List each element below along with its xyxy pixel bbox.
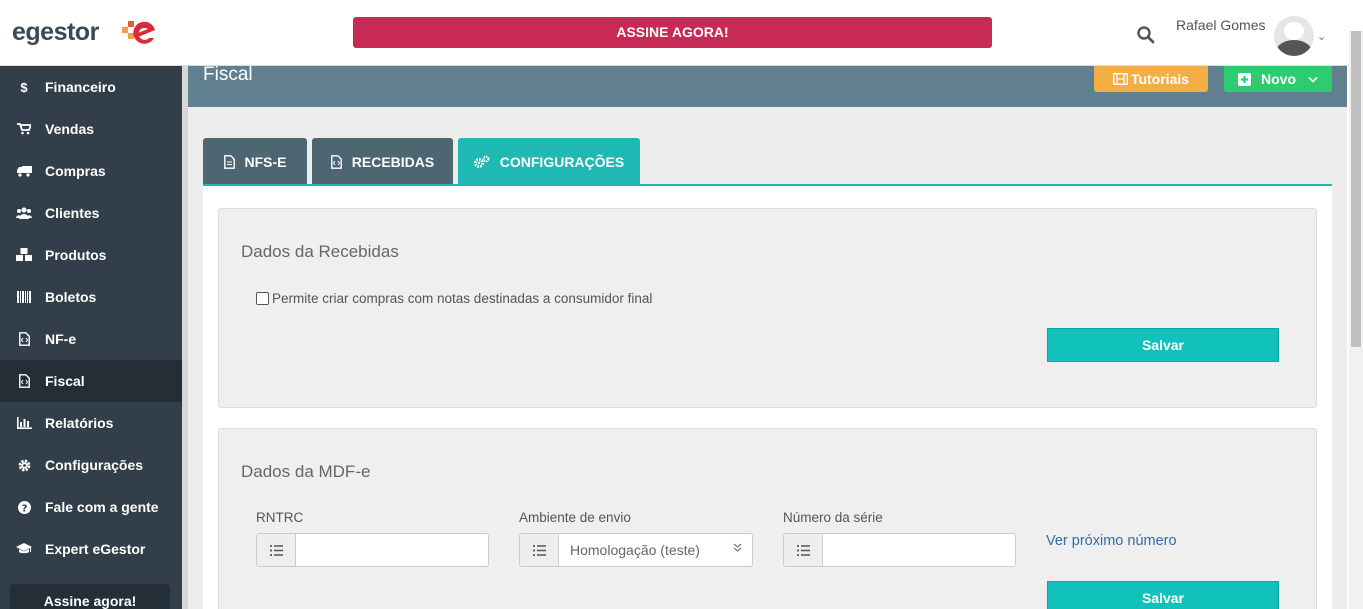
cubes-icon	[16, 248, 32, 262]
sidebar-item-financeiro[interactable]: $ Financeiro	[0, 66, 182, 108]
sidebar-item-label: Clientes	[45, 205, 100, 221]
consumer-final-option: Permite criar compras com notas destinad…	[256, 291, 652, 306]
scrollbar-thumb[interactable]	[1351, 31, 1361, 347]
recebidas-card: Dados da Recebidas Permite criar compras…	[218, 208, 1317, 408]
ambiente-value[interactable]: Homologação (teste)	[559, 534, 752, 566]
tab-configuracoes[interactable]: CONFIGURAÇÕES	[458, 138, 640, 185]
chevron-down-icon	[1308, 76, 1318, 83]
sidebar-item-fale-com-a-gente[interactable]: ? Fale com a gente	[0, 486, 182, 528]
logo-e-icon	[122, 21, 155, 44]
chevron-down-icon[interactable]	[733, 543, 742, 555]
serie-input[interactable]	[823, 534, 1015, 566]
serie-field[interactable]	[783, 533, 1016, 567]
file-code-icon	[16, 374, 32, 388]
next-number-link[interactable]: Ver próximo número	[1046, 533, 1177, 549]
tutorials-label: Tutoriais	[1130, 71, 1190, 87]
sidebar-item-label: Fale com a gente	[45, 499, 159, 515]
bar-chart-icon	[16, 417, 32, 429]
mdfe-card: Dados da MDF-e RNTRC Ambiente de envio H…	[218, 428, 1317, 609]
mdfe-title: Dados da MDF-e	[241, 462, 371, 481]
tab-label: NFS-E	[244, 153, 287, 170]
sidebar-item-produtos[interactable]: Produtos	[0, 234, 182, 276]
truck-icon	[16, 165, 32, 177]
ambiente-label: Ambiente de envio	[519, 510, 631, 525]
file-icon	[223, 154, 235, 169]
serie-label: Número da série	[783, 510, 883, 525]
page-header: Fiscal Tutoriais Novo	[188, 64, 1347, 107]
question-icon: ?	[16, 500, 32, 514]
sidebar-item-nfe[interactable]: NF-e	[0, 318, 182, 360]
sidebar-item-label: Financeiro	[45, 79, 116, 95]
tab-nfse[interactable]: NFS-E	[203, 138, 307, 185]
file-code-icon	[16, 332, 32, 346]
top-bar: egestor ASSINE AGORA! Rafael Gomes ⌄	[0, 0, 1363, 66]
sidebar-item-label: Relatórios	[45, 415, 114, 431]
sidebar-item-label: NF-e	[45, 331, 77, 347]
users-icon	[16, 207, 32, 219]
rntrc-label: RNTRC	[256, 510, 304, 525]
consumer-final-checkbox[interactable]	[256, 292, 269, 305]
mdfe-save-button[interactable]: Salvar	[1047, 581, 1279, 609]
sidebar-item-boletos[interactable]: Boletos	[0, 276, 182, 318]
sidebar-item-label: Vendas	[45, 121, 95, 137]
user-name[interactable]: Rafael Gomes	[1176, 17, 1265, 33]
sidebar-item-label: Compras	[45, 163, 106, 179]
page-scrollbar[interactable]	[1349, 31, 1363, 609]
graduation-cap-icon	[16, 543, 32, 555]
chevron-down-icon[interactable]: ⌄	[1317, 30, 1326, 43]
file-code-icon	[330, 154, 342, 169]
ambiente-select[interactable]: Homologação (teste)	[519, 533, 753, 567]
tab-label: RECEBIDAS	[351, 153, 435, 170]
sidebar-item-label: Expert eGestor	[45, 541, 146, 557]
tab-label: CONFIGURAÇÕES	[499, 153, 625, 170]
cart-icon	[16, 123, 32, 135]
logo-text: egestor	[12, 18, 99, 46]
logo[interactable]: egestor	[12, 18, 99, 47]
plus-square-icon	[1238, 72, 1251, 86]
search-icon[interactable]	[1136, 25, 1156, 45]
subscribe-now-button[interactable]: ASSINE AGORA!	[353, 17, 992, 48]
film-icon	[1112, 73, 1128, 85]
sidebar-item-label: Fiscal	[45, 373, 85, 389]
new-label: Novo	[1261, 71, 1296, 87]
sidebar-item-relatorios[interactable]: Relatórios	[0, 402, 182, 444]
list-icon	[520, 534, 559, 566]
new-button[interactable]: Novo	[1224, 66, 1332, 92]
sidebar-item-label: Configurações	[45, 457, 144, 473]
list-icon	[784, 534, 823, 566]
sidebar-item-expert-egestor[interactable]: Expert eGestor	[0, 528, 182, 570]
list-icon	[257, 534, 296, 566]
svg-text:?: ?	[21, 503, 27, 514]
sidebar: $ Financeiro Vendas Compras Clientes Prod…	[0, 66, 182, 609]
rntrc-field[interactable]	[256, 533, 489, 567]
avatar[interactable]	[1274, 16, 1314, 56]
sidebar-item-compras[interactable]: Compras	[0, 150, 182, 192]
sidebar-item-fiscal[interactable]: Fiscal	[0, 360, 182, 402]
barcode-icon	[16, 291, 32, 303]
tutorials-button[interactable]: Tutoriais	[1094, 66, 1208, 92]
sidebar-item-label: Boletos	[45, 289, 97, 305]
rntrc-input[interactable]	[296, 534, 488, 566]
sidebar-item-clientes[interactable]: Clientes	[0, 192, 182, 234]
sidebar-item-vendas[interactable]: Vendas	[0, 108, 182, 150]
recebidas-save-button[interactable]: Salvar	[1047, 328, 1279, 362]
sidebar-subscribe-button[interactable]: Assine agora!	[10, 584, 170, 609]
consumer-final-label[interactable]: Permite criar compras com notas destinad…	[272, 291, 652, 306]
sidebar-item-configuracoes[interactable]: Configurações	[0, 444, 182, 486]
gears-icon	[473, 155, 490, 168]
recebidas-title: Dados da Recebidas	[241, 242, 399, 261]
sidebar-item-label: Produtos	[45, 247, 107, 263]
gear-icon	[16, 459, 32, 472]
page-title: Fiscal	[203, 64, 253, 85]
tab-recebidas[interactable]: RECEBIDAS	[312, 138, 453, 185]
dollar-icon: $	[20, 79, 28, 95]
